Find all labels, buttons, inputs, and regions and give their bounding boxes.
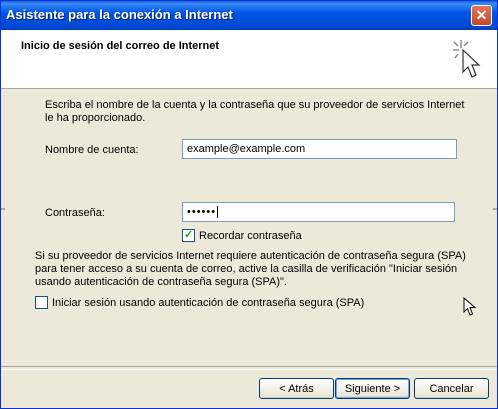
window-title: Asistente para la conexión a Internet — [6, 7, 233, 22]
account-input[interactable]: example@example.com — [182, 139, 457, 159]
password-label: Contraseña: — [45, 207, 105, 219]
right-edge-tick — [493, 208, 497, 210]
account-label: Nombre de cuenta: — [45, 144, 139, 156]
cancel-button[interactable]: Cancelar — [414, 378, 489, 399]
wizard-content: Escriba el nombre de la cuenta y la cont… — [1, 89, 497, 365]
password-input[interactable]: •••••• — [182, 202, 455, 222]
spa-label[interactable]: Iniciar sesión usando autenticación de c… — [52, 297, 364, 309]
account-value: example@example.com — [187, 143, 306, 155]
close-icon: ✕ — [475, 7, 488, 23]
account-description: Escriba el nombre de la cuenta y la cont… — [45, 99, 465, 124]
close-button[interactable]: ✕ — [471, 5, 492, 26]
text-caret — [217, 206, 219, 219]
remember-password-checkbox[interactable] — [182, 228, 195, 242]
remember-password-label[interactable]: Recordar contraseña — [199, 230, 302, 242]
mouse-pointer-icon — [463, 297, 477, 316]
password-value: •••••• — [187, 206, 217, 218]
wizard-header: Inicio de sesión del correo de Internet — [1, 30, 497, 89]
page-title: Inicio de sesión del correo de Internet — [21, 40, 220, 52]
wizard-cursor-icon — [453, 40, 481, 78]
left-edge-tick — [1, 208, 5, 210]
back-button[interactable]: < Atrás — [259, 378, 334, 399]
next-button[interactable]: Siguiente > — [335, 378, 410, 399]
footer-separator — [1, 366, 497, 370]
spa-checkbox[interactable] — [35, 296, 48, 309]
spa-description: Si su proveedor de servicios Internet re… — [35, 250, 466, 288]
wizard-window: Asistente para la conexión a Internet ✕ … — [0, 0, 498, 409]
title-bar[interactable]: Asistente para la conexión a Internet ✕ — [1, 1, 497, 30]
